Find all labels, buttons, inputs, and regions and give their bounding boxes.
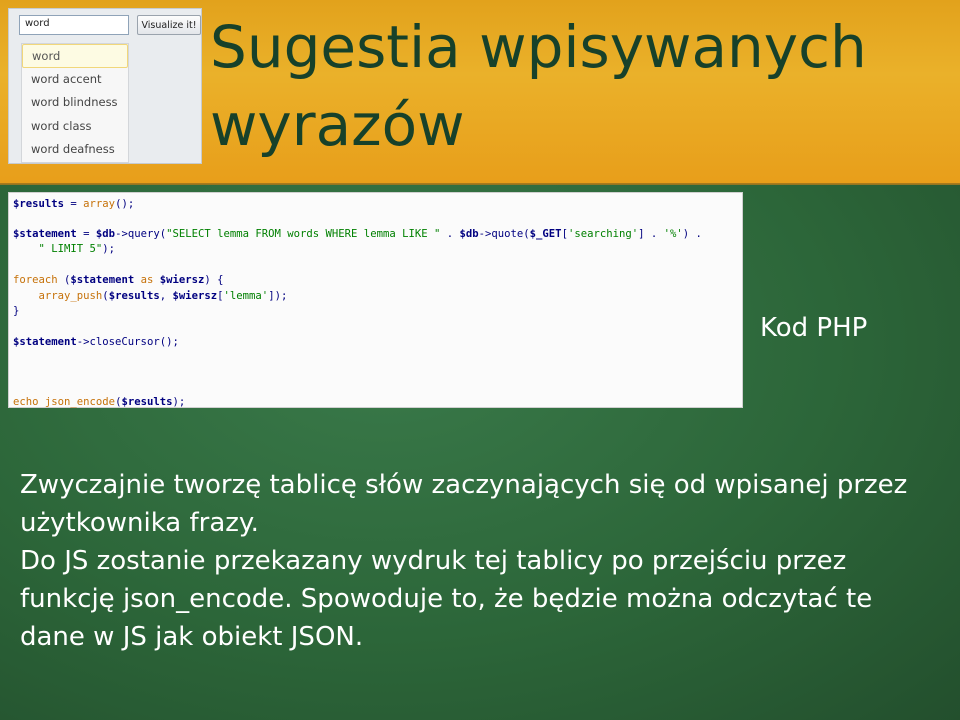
code-line: echo json_encode($results); <box>13 396 186 408</box>
code-line: $statement->closeCursor(); <box>13 336 179 348</box>
suggestion-item[interactable]: word blindness <box>22 91 128 115</box>
paragraph: Do JS zostanie przekazany wydruk tej tab… <box>20 546 873 652</box>
code-line: array_push($results, $wiersz['lemma']); <box>38 290 288 302</box>
code-line: foreach ($statement as $wiersz) { <box>13 274 224 286</box>
autocomplete-widget: word Visualize it! word word accent word… <box>8 8 202 164</box>
suggestion-list: word word accent word blindness word cla… <box>21 43 129 163</box>
php-code-block: $results = array(); $statement = $db->qu… <box>8 192 743 408</box>
slide-body: Zwyczajnie tworzę tablicę słów zaczynają… <box>20 466 940 656</box>
visualize-button[interactable]: Visualize it! <box>137 15 201 35</box>
code-line: $statement = $db->query("SELECT lemma FR… <box>13 228 702 240</box>
suggestion-item[interactable]: word accent <box>22 68 128 92</box>
slide-title: Sugestia wpisywanych wyrazów <box>210 13 867 159</box>
search-input[interactable]: word <box>19 15 129 35</box>
suggestion-item[interactable]: word deafness <box>22 138 128 162</box>
suggestion-item[interactable]: word class <box>22 115 128 139</box>
paragraph: Zwyczajnie tworzę tablicę słów zaczynają… <box>20 470 908 538</box>
code-line: $results = array(); <box>13 198 135 210</box>
code-line: " LIMIT 5"); <box>38 243 116 255</box>
code-line: } <box>13 305 20 317</box>
code-caption: Kod PHP <box>760 313 868 343</box>
suggestion-item[interactable]: word <box>22 44 128 68</box>
